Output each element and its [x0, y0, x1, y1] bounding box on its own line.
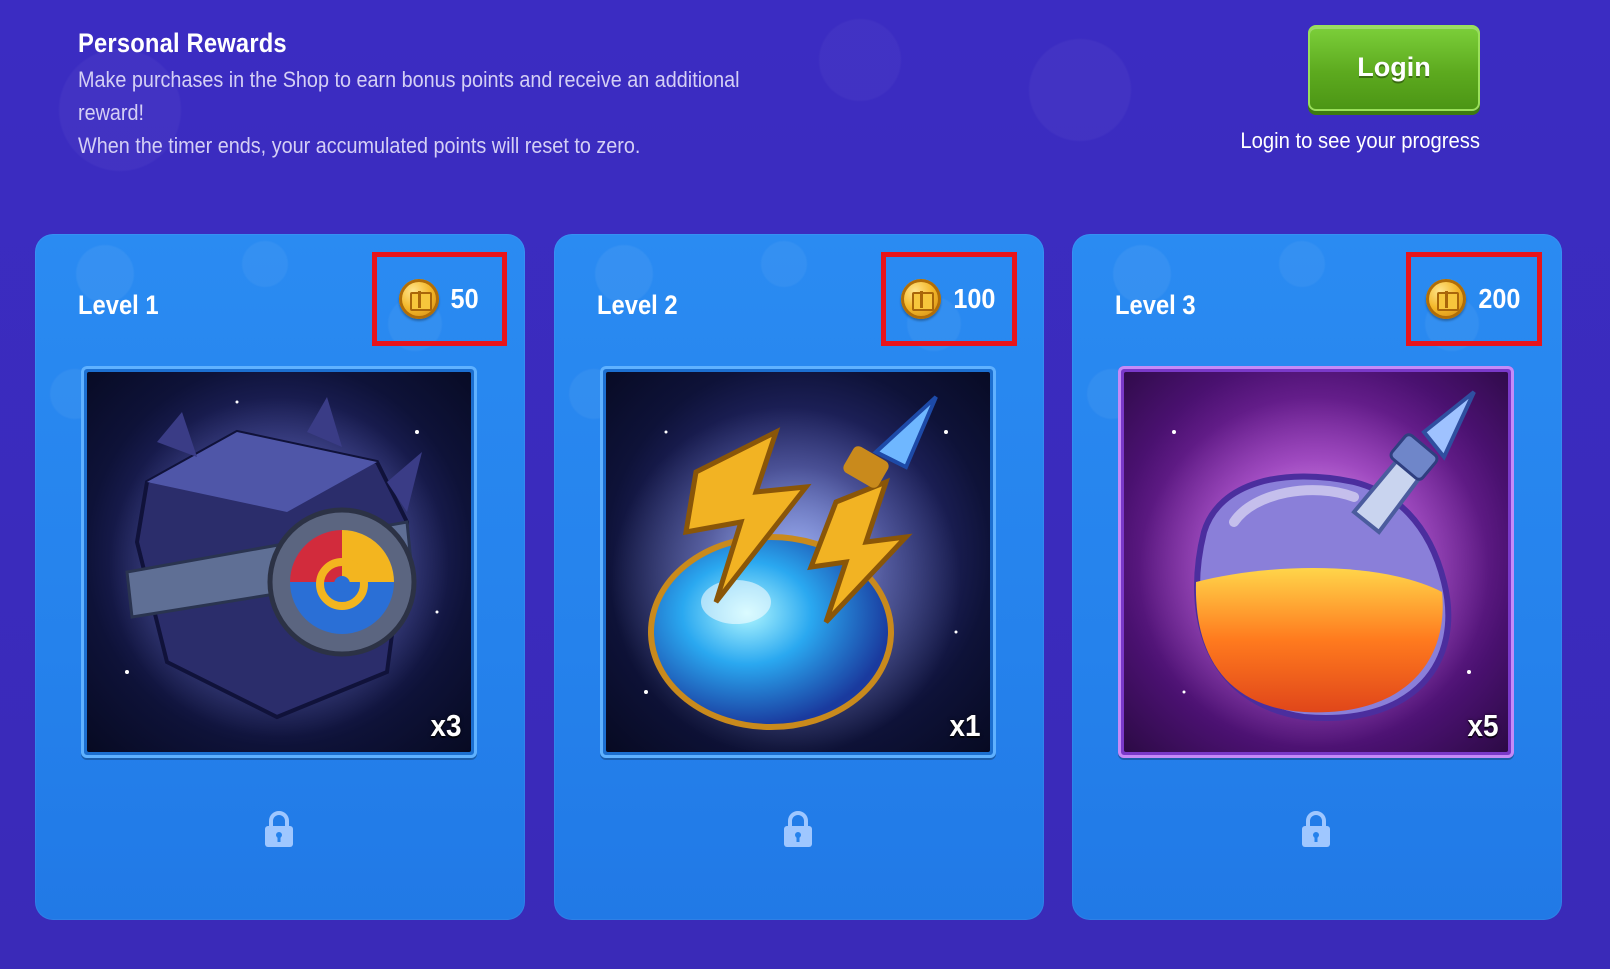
reward-quantity: x3	[429, 708, 461, 743]
dark-cube-chest-icon: x3	[87, 372, 471, 752]
reward-card-level-1: Level 1 50 x3	[35, 234, 525, 920]
padlock-icon	[1302, 811, 1330, 847]
reward-quantity: x1	[948, 708, 980, 743]
level-label: Level 1	[78, 290, 159, 320]
points-requirement: 100	[881, 252, 1017, 346]
points-value: 100	[952, 283, 996, 314]
points-requirement: 50	[372, 252, 507, 346]
points-requirement: 200	[1406, 252, 1542, 346]
points-value: 200	[1477, 283, 1521, 314]
description-line-2: When the timer ends, your accumulated po…	[78, 133, 641, 158]
points-value: 50	[450, 283, 479, 314]
gift-coin-icon	[398, 279, 439, 319]
rewards-description: Make purchases in the Shop to earn bonus…	[78, 63, 762, 162]
orange-elixir-icon: x5	[1124, 372, 1508, 752]
reward-item-frame[interactable]: x3	[81, 366, 477, 758]
level-label: Level 3	[1115, 290, 1196, 320]
gift-coin-icon	[900, 279, 941, 319]
padlock-icon	[265, 811, 293, 847]
padlock-icon	[784, 811, 812, 847]
login-button[interactable]: Login	[1308, 25, 1480, 111]
reward-quantity: x5	[1466, 708, 1498, 743]
login-hint: Login to see your progress	[1240, 128, 1480, 153]
description-line-1: Make purchases in the Shop to earn bonus…	[78, 67, 740, 125]
reward-item-frame[interactable]: x1	[600, 366, 996, 758]
reward-card-level-3: Level 3 200 x5	[1072, 234, 1562, 920]
reward-item-frame[interactable]: x5	[1118, 366, 1514, 758]
page-title: Personal Rewards	[78, 28, 287, 58]
reward-card-level-2: Level 2 100 x1	[554, 234, 1044, 920]
login-panel: Login Login to see your progress	[1180, 25, 1480, 154]
gift-coin-icon	[1425, 279, 1466, 319]
level-label: Level 2	[597, 290, 678, 320]
lightning-potion-icon: x1	[606, 372, 990, 752]
rewards-header: Personal Rewards Make purchases in the S…	[78, 28, 758, 162]
